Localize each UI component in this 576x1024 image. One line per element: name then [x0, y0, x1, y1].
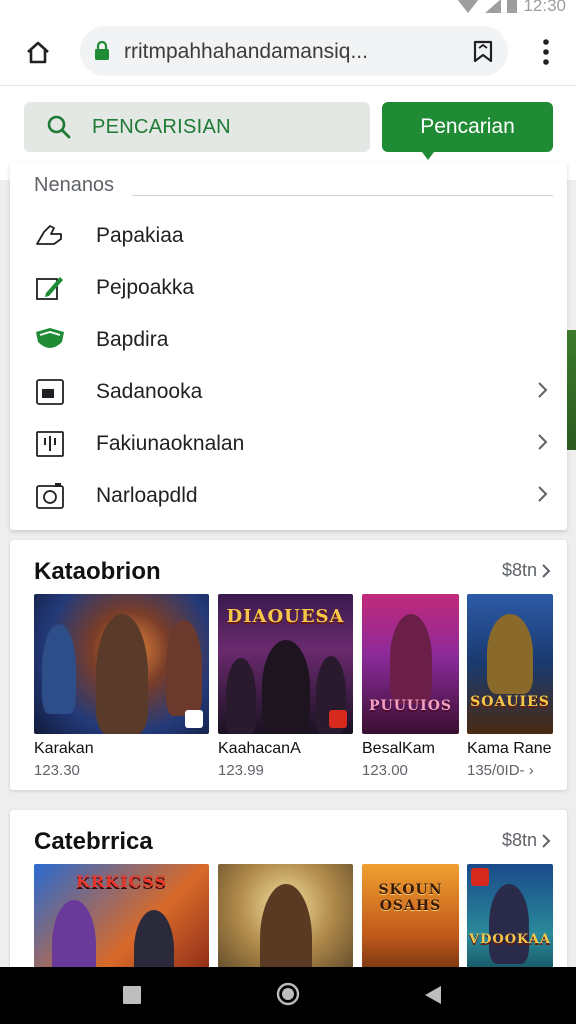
bookmark-icon[interactable]: [470, 38, 496, 64]
dropdown-menu: Nenanos Papakiaa Pejpoakka Bapdira Sadan…: [10, 162, 567, 530]
cover-title: KRKICSS: [75, 872, 168, 891]
menu-item-4[interactable]: Sadanooka: [10, 366, 567, 418]
chart-icon: [34, 428, 66, 460]
game-tile[interactable]: DIAOUESA KaahacanA 123.99: [218, 594, 353, 779]
chevron-right-icon: [542, 833, 551, 848]
camera-icon: [34, 480, 66, 512]
game-meta: 123.30: [34, 762, 80, 779]
chevron-right-icon: [542, 563, 551, 578]
cover-title: SKOUN OSAHS: [378, 882, 443, 914]
menu-item-label: Papakiaa: [96, 224, 184, 247]
menu-item-label: Fakiunaoknalan: [96, 432, 245, 455]
game-title: BesalKam: [362, 740, 435, 757]
game-title: KaahacanA: [218, 740, 301, 757]
chevron-right-icon: [538, 434, 548, 450]
search-input[interactable]: PENCARISIAN: [24, 102, 370, 152]
menu-item-2[interactable]: Pejpoakka: [10, 262, 567, 314]
game-tile[interactable]: SOAUIES Kama Rane 135/0ID- ›: [467, 594, 553, 779]
system-nav-bar: [0, 967, 576, 1024]
cover-title: DIAOUESA: [226, 606, 345, 627]
chevron-right-icon: [538, 486, 548, 502]
search-placeholder: PENCARISIAN: [92, 116, 231, 138]
menu-item-3[interactable]: Bapdira: [10, 314, 567, 366]
menu-item-6[interactable]: Narloapdld: [10, 470, 567, 522]
search-button[interactable]: Pencarian: [382, 102, 553, 160]
recents-icon[interactable]: [122, 985, 142, 1005]
cover-title: PUUUIOS: [368, 698, 452, 714]
battery-icon: [507, 0, 518, 13]
background-peek-image: [567, 330, 576, 450]
game-tile[interactable]: PUUUIOS BesalKam 123.00: [362, 594, 459, 779]
status-icons: 12:30: [457, 0, 566, 16]
more-vert-icon: [543, 39, 549, 65]
cover-title: VDOOKAA: [469, 932, 551, 947]
game-cover: PUUUIOS: [362, 594, 459, 734]
section-more-link[interactable]: $8tn: [502, 830, 551, 851]
home-button[interactable]: [22, 36, 54, 68]
game-title: Karakan: [34, 740, 94, 757]
status-bar: 12:30: [0, 0, 576, 16]
cover-title: SOAUIES: [470, 694, 550, 710]
search-icon: [47, 115, 71, 139]
home-nav-icon[interactable]: [276, 982, 300, 1006]
section-title: Catebrrica: [34, 828, 153, 855]
menu-header: Nenanos: [34, 174, 115, 196]
status-time: 12:30: [523, 0, 566, 15]
section-card: Kataobrion $8tn Karakan 123.30 DIAOUESA …: [10, 540, 567, 790]
game-meta: 135/0ID- ›: [467, 762, 534, 779]
menu-item-label: Bapdira: [96, 328, 169, 351]
menu-item-label: Sadanooka: [96, 380, 203, 403]
more-label: $8tn: [501, 560, 537, 580]
game-tile[interactable]: Karakan 123.30: [34, 594, 209, 779]
section-title: Kataobrion: [34, 558, 161, 585]
edit-icon: [34, 272, 66, 304]
game-meta: 123.00: [362, 762, 408, 779]
section-more-link[interactable]: $8tn: [502, 560, 551, 581]
game-title: Kama Rane: [467, 740, 552, 757]
game-cover: DIAOUESA: [218, 594, 353, 734]
more-options-button[interactable]: [542, 38, 550, 66]
section-card: Catebrrica $8tn KRKICSS SKOUN OSAHS VDOO…: [10, 810, 567, 1004]
wifi-icon: [458, 0, 479, 13]
menu-item-label: Narloapdld: [96, 484, 198, 507]
game-cover: SOAUIES: [467, 594, 553, 734]
menu-item-label: Pejpoakka: [96, 276, 195, 299]
url-text: rritmpahhahandamansiq...: [124, 40, 368, 63]
folder-icon: [34, 376, 66, 408]
address-bar[interactable]: rritmpahhahandamansiq...: [80, 26, 508, 76]
lock-icon: [95, 41, 109, 60]
badge-icon: [329, 710, 347, 728]
badge-icon: [185, 710, 203, 728]
badge-icon: [471, 868, 489, 886]
menu-item-1[interactable]: Papakiaa: [10, 210, 567, 262]
game-cover: [34, 594, 209, 734]
chevron-right-icon: [538, 382, 548, 398]
hand-icon: [34, 220, 66, 252]
browser-toolbar: rritmpahhahandamansiq...: [0, 16, 576, 86]
shield-icon: [34, 324, 66, 356]
home-icon: [27, 41, 49, 64]
back-icon[interactable]: [424, 985, 442, 1005]
signal-icon: [485, 0, 502, 13]
menu-divider: [132, 195, 553, 196]
more-label: $8tn: [501, 830, 537, 850]
game-meta: 123.99: [218, 762, 264, 779]
menu-item-5[interactable]: Fakiunaoknalan: [10, 418, 567, 470]
